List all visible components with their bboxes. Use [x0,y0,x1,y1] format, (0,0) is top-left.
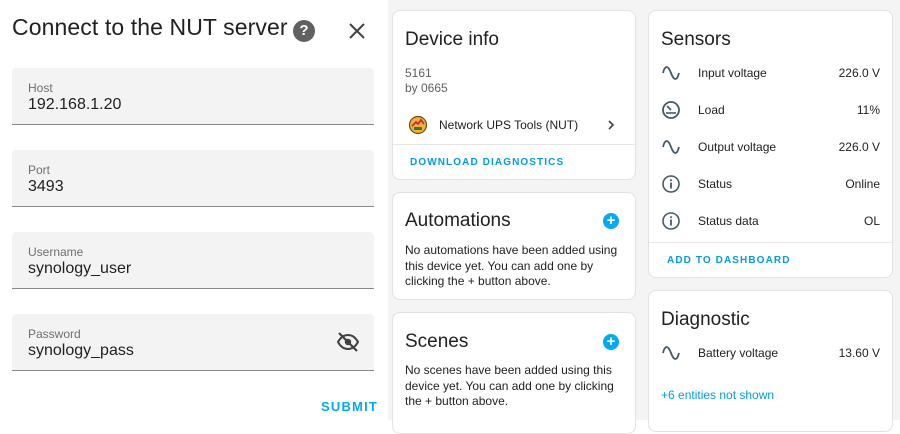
automations-card: Automations + No automations have been a… [392,192,636,300]
help-icon[interactable]: ? [293,20,315,42]
automations-title: Automations [405,210,511,231]
sensor-row-status[interactable]: Status Online [649,166,892,203]
show-more-entities-link[interactable]: +6 entities not shown [661,388,774,402]
port-label: Port [28,163,51,177]
diagnostic-card: Diagnostic Battery voltage 13.60 V +6 en… [648,290,893,432]
sensor-value: 226.0 V [838,140,880,154]
sensor-row-input-voltage[interactable]: Input voltage 226.0 V [649,55,892,92]
card-divider [649,242,892,243]
device-manufacturer: by 0665 [405,81,448,95]
eye-off-icon[interactable] [336,330,360,354]
sensors-card: Sensors Input voltage 226.0 V Load 11% O… [648,10,893,278]
close-icon[interactable] [345,19,369,43]
info-icon [662,175,680,193]
device-page: Device info 5161 by 0665 Network UPS Too… [388,0,900,434]
automations-empty-text: No automations have been added using thi… [405,243,618,288]
add-to-dashboard-button[interactable]: ADD TO DASHBOARD [667,255,791,266]
password-label: Password [28,327,81,341]
sensor-name: Status data [698,214,759,228]
dialog-title: Connect to the NUT server [12,14,288,40]
chevron-right-icon [608,120,615,130]
password-value[interactable]: synology_pass [28,342,134,360]
sine-wave-icon [662,346,680,360]
scenes-empty-text: No scenes have been added using this dev… [405,363,614,408]
diagnostic-name: Battery voltage [698,346,779,360]
integration-row[interactable]: Network UPS Tools (NUT) [393,111,635,141]
username-value[interactable]: synology_user [28,260,131,278]
sensor-value: Online [845,177,880,191]
integration-label: Network UPS Tools (NUT) [439,118,579,132]
sensor-value: 226.0 V [838,66,880,80]
sensor-name: Status [698,177,733,191]
gauge-icon [662,101,680,119]
sensor-name: Input voltage [698,66,767,80]
password-field[interactable]: Password synology_pass [12,314,374,371]
port-value[interactable]: 3493 [28,178,64,196]
host-field[interactable]: Host 192.168.1.20 [12,68,374,125]
sine-wave-icon [662,66,680,80]
username-label: Username [28,245,84,259]
username-field[interactable]: Username synology_user [12,232,374,289]
sensor-row-output-voltage[interactable]: Output voltage 226.0 V [649,129,892,166]
diagnostic-row-battery-voltage[interactable]: Battery voltage 13.60 V [649,335,892,372]
submit-button[interactable]: SUBMIT [321,399,378,414]
nut-config-dialog: Connect to the NUT server ? Host 192.168… [0,0,388,420]
sensor-value: 11% [856,103,880,117]
host-label: Host [28,81,53,95]
card-divider [393,144,635,145]
sensor-value: OL [863,214,880,228]
device-info-title: Device info [405,29,499,50]
device-info-card: Device info 5161 by 0665 Network UPS Too… [392,10,636,180]
sensor-name: Load [698,103,725,117]
nut-logo-icon [408,115,428,135]
sensor-row-load[interactable]: Load 11% [649,92,892,129]
add-automation-button[interactable]: + [603,213,619,229]
scenes-card: Scenes + No scenes have been added using… [392,312,636,434]
port-field[interactable]: Port 3493 [12,150,374,207]
host-value[interactable]: 192.168.1.20 [28,96,121,114]
add-scene-button[interactable]: + [603,334,619,350]
diagnostic-value: 13.60 V [838,346,880,360]
device-model: 5161 [405,66,432,80]
sensors-title: Sensors [661,29,731,50]
sine-wave-icon [662,140,680,154]
diagnostic-title: Diagnostic [661,309,750,330]
scenes-title: Scenes [405,331,469,352]
sensor-row-status-data[interactable]: Status data OL [649,203,892,240]
info-icon [662,212,680,230]
sensor-name: Output voltage [698,140,777,154]
download-diagnostics-button[interactable]: DOWNLOAD DIAGNOSTICS [410,157,564,168]
